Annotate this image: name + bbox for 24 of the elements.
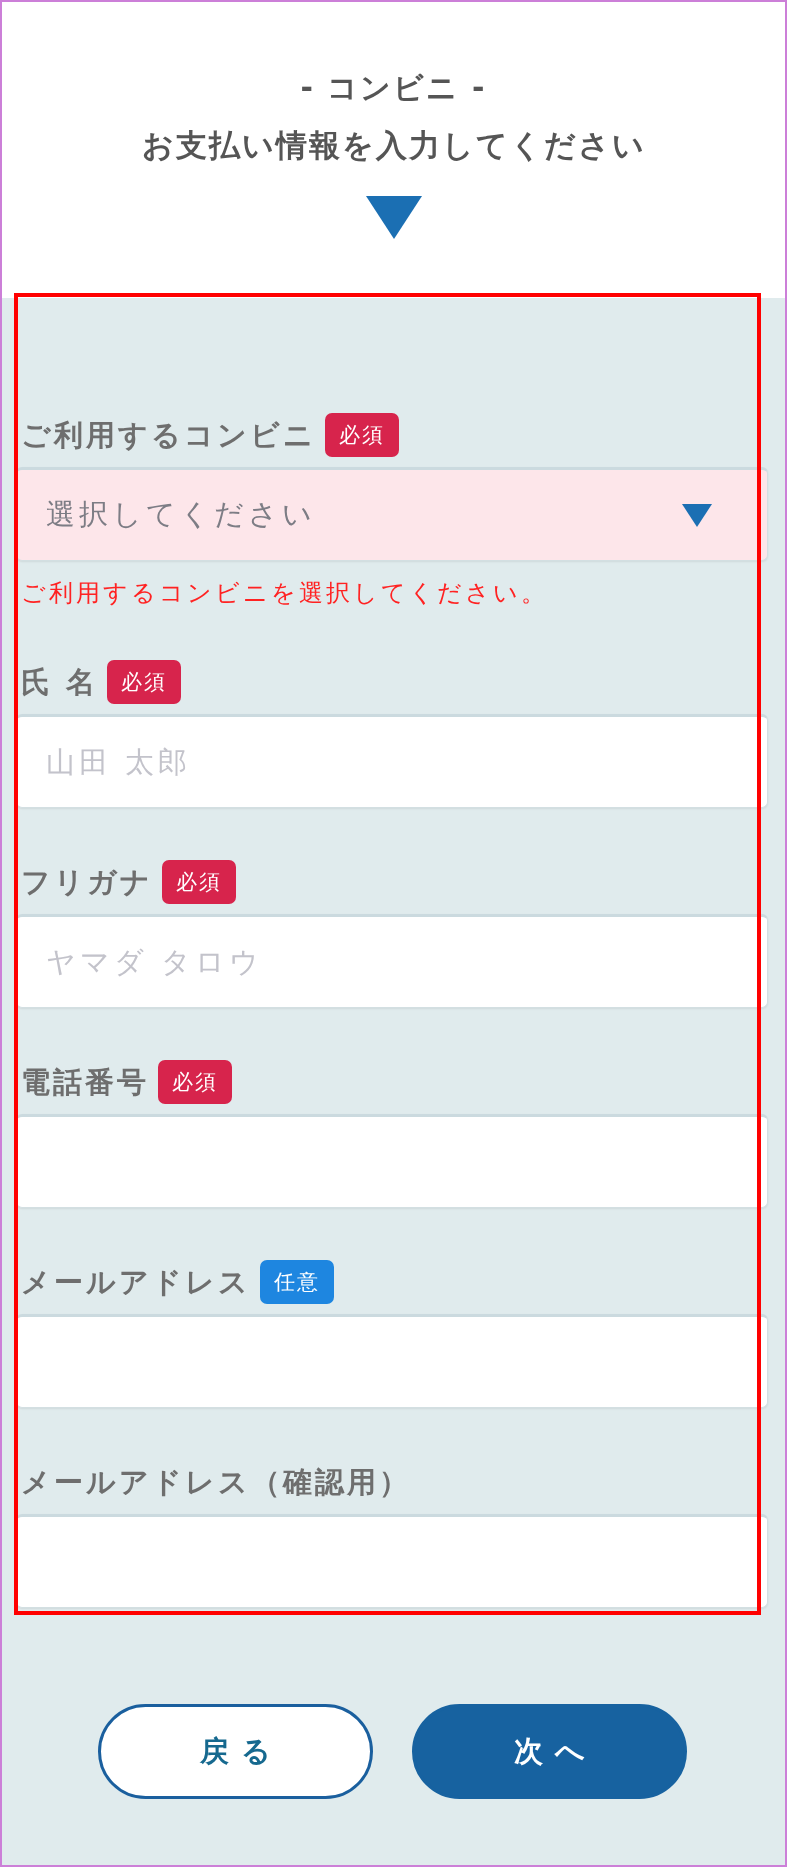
next-button[interactable]: 次へ <box>411 1704 687 1799</box>
field-label: メールアドレス（確認用） <box>21 1464 411 1501</box>
dropdown-select[interactable]: 選択してください <box>16 467 768 561</box>
text-input[interactable] <box>16 1114 768 1208</box>
text-input[interactable] <box>16 1514 768 1608</box>
text-input[interactable]: 山田 太郎 <box>16 714 768 808</box>
field-label: メールアドレス <box>21 1264 251 1301</box>
field-label: ご利用するコンビニ <box>21 417 316 454</box>
field-label: 氏 名 <box>21 664 99 701</box>
page-title: お支払い情報を入力してください <box>141 126 646 165</box>
error-message: ご利用するコンビニを選択してください。 <box>20 578 549 608</box>
payment-method-heading: - コンビニ - <box>300 69 487 107</box>
field-label: フリガナ <box>21 864 153 901</box>
required-badge: 必須 <box>158 1060 232 1104</box>
optional-badge: 任意 <box>260 1260 334 1304</box>
down-arrow-icon <box>365 196 422 239</box>
required-badge: 必須 <box>107 660 182 704</box>
required-badge: 必須 <box>325 413 399 457</box>
required-badge: 必須 <box>162 860 236 904</box>
text-input[interactable]: ヤマダ タロウ <box>16 914 768 1008</box>
caret-down-icon <box>682 503 712 527</box>
text-input[interactable] <box>16 1314 768 1408</box>
back-button[interactable]: 戻る <box>97 1704 373 1799</box>
field-label: 電話番号 <box>21 1064 149 1101</box>
